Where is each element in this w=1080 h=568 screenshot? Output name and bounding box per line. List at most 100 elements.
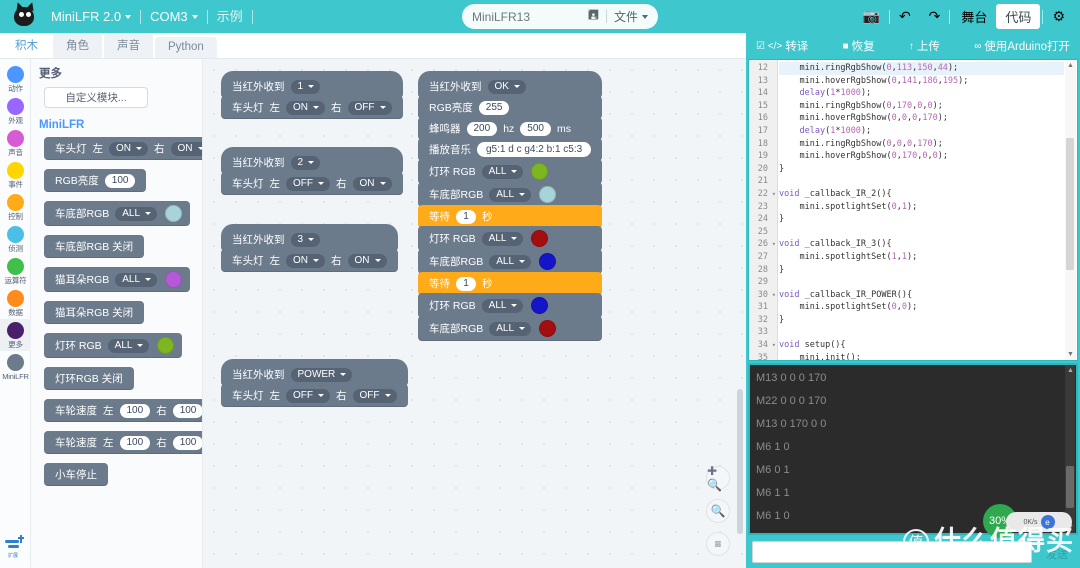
script-stack-ir-3[interactable]: 当红外收到 3 车头灯左 ON 右 ON bbox=[221, 224, 398, 272]
script-stack-ir-2[interactable]: 当红外收到 2 车头灯左 OFF 右 ON bbox=[221, 147, 403, 195]
canvas-scrollbar[interactable] bbox=[737, 389, 743, 534]
block-dropdown[interactable]: ALL bbox=[481, 298, 524, 313]
block-dropdown[interactable]: ALL bbox=[115, 272, 158, 287]
block-dropdown[interactable]: ALL bbox=[489, 321, 532, 336]
duration-input[interactable]: 500 bbox=[520, 121, 551, 136]
color-swatch[interactable] bbox=[531, 297, 549, 314]
category-0[interactable]: 动作 bbox=[0, 63, 31, 95]
left-speed-input[interactable]: 100 bbox=[119, 435, 151, 450]
fold-toggle-icon[interactable]: ▾ bbox=[772, 188, 776, 201]
block-headlight[interactable]: 车头灯左 ON 右 ON bbox=[221, 249, 398, 272]
left-dropdown[interactable]: ON bbox=[286, 253, 325, 268]
palette-block-wheel-speed[interactable]: 车轮速度左 100 右 100 bbox=[44, 399, 202, 422]
tab-3[interactable]: Python bbox=[155, 37, 217, 58]
script-stack-ir-ok[interactable]: 当红外收到 OK RGB亮度 255 蜂鸣器 200 hz 500 ms 播放音乐 g5:1 d c… bbox=[418, 71, 603, 341]
right-dropdown[interactable]: ON bbox=[347, 253, 387, 268]
block-dropdown[interactable]: ALL bbox=[489, 254, 532, 269]
zoom-in-icon[interactable]: ✚🔍 bbox=[706, 464, 730, 492]
category-7[interactable]: 数据 bbox=[0, 287, 31, 319]
palette-block-bottom-rgb-off[interactable]: 车底部RGB 关闭 bbox=[44, 235, 145, 258]
wait-seconds-input[interactable]: 1 bbox=[456, 276, 476, 291]
color-swatch[interactable] bbox=[539, 186, 557, 203]
palette-block-car-stop[interactable]: 小车停止 bbox=[44, 463, 108, 486]
block-rgb[interactable]: 灯环 RGB ALL bbox=[418, 159, 603, 184]
workspace-canvas[interactable]: 当红外收到 1 车头灯左 ON 右 OFF 当红外收到 2 车头灯左 OFF 右 ON 当红外收到 3 车头… bbox=[203, 59, 746, 568]
frequency-input[interactable]: 200 bbox=[466, 121, 498, 136]
block-dropdown[interactable]: ALL bbox=[115, 206, 158, 221]
code-scrollbar[interactable]: ▲ ▼ bbox=[1065, 60, 1076, 360]
serial-send-button[interactable]: 发送 bbox=[1046, 546, 1068, 562]
tab-code[interactable]: 代码 bbox=[996, 4, 1041, 29]
wait-seconds-input[interactable]: 1 bbox=[456, 209, 476, 224]
custom-block-button[interactable]: 自定义模块... bbox=[44, 87, 148, 108]
color-swatch[interactable] bbox=[531, 230, 549, 247]
right-dropdown[interactable]: ON bbox=[352, 176, 392, 191]
block-dropdown[interactable]: ALL bbox=[489, 187, 532, 202]
code-tab-3[interactable]: ∞ 使用Arduino打开 bbox=[968, 38, 1076, 54]
code-tab-1[interactable]: ■ 恢复 bbox=[837, 38, 881, 54]
scroll-up-icon[interactable]: ▲ bbox=[1067, 62, 1074, 69]
palette-block-bottom-rgb[interactable]: 车底部RGB ALL bbox=[44, 201, 191, 226]
palette-block-rgb-brightness[interactable]: RGB亮度 100 bbox=[44, 169, 147, 192]
palette-block-wheel-speed-delay[interactable]: 车轮速度左100右100延时100 bbox=[44, 431, 202, 454]
block-rgb[interactable]: 灯环 RGB ALL bbox=[418, 226, 603, 251]
block-rgb[interactable]: 车底部RGB ALL bbox=[418, 249, 603, 274]
fold-toggle-icon[interactable]: ▾ bbox=[772, 339, 776, 352]
block-dropdown[interactable]: 1 bbox=[290, 79, 321, 94]
block-music[interactable]: 播放音乐 g5:1 d c g4:2 b:1 c5:3 bbox=[418, 138, 603, 161]
block-number-input[interactable]: 255 bbox=[478, 100, 510, 115]
category-5[interactable]: 侦测 bbox=[0, 223, 31, 255]
block-generic[interactable]: 当红外收到 2 bbox=[221, 147, 403, 174]
code-tab-2[interactable]: ↑ 上传 bbox=[903, 38, 946, 54]
serial-input[interactable] bbox=[752, 541, 1032, 563]
category-4[interactable]: 控制 bbox=[0, 191, 31, 223]
block-headlight[interactable]: 车头灯左 ON 右 OFF bbox=[221, 96, 403, 119]
tab-0[interactable]: 积木 bbox=[2, 33, 51, 58]
block-generic[interactable]: 当红外收到 POWER bbox=[221, 359, 408, 386]
fold-toggle-icon[interactable]: ▾ bbox=[772, 238, 776, 251]
left-speed-input[interactable]: 100 bbox=[119, 403, 151, 418]
block-dropdown[interactable]: OK bbox=[487, 79, 526, 94]
right-dropdown[interactable]: OFF bbox=[347, 100, 392, 115]
category-9[interactable]: MiniLFR bbox=[0, 351, 31, 383]
music-string-input[interactable]: g5:1 d c g4:2 b:1 c5:3 bbox=[477, 142, 592, 157]
color-swatch[interactable] bbox=[165, 271, 183, 288]
left-dropdown[interactable]: OFF bbox=[286, 388, 330, 403]
category-6[interactable]: 运算符 bbox=[0, 255, 31, 287]
code-tab-0[interactable]: ☑ </> 转译 bbox=[750, 38, 814, 54]
code-scroll-thumb[interactable] bbox=[1066, 138, 1074, 270]
category-3[interactable]: 事件 bbox=[0, 159, 31, 191]
block-generic[interactable]: 当红外收到 1 bbox=[221, 71, 403, 98]
color-swatch[interactable] bbox=[539, 320, 557, 337]
left-dropdown[interactable]: ON bbox=[109, 141, 148, 156]
block-dropdown[interactable]: ALL bbox=[481, 231, 524, 246]
tab-stage[interactable]: 舞台 bbox=[952, 4, 996, 29]
color-swatch[interactable] bbox=[165, 205, 183, 222]
port-menu[interactable]: COM3 bbox=[141, 0, 207, 33]
category-8[interactable]: 更多 bbox=[0, 319, 31, 351]
category-2[interactable]: 声音 bbox=[0, 127, 31, 159]
tab-1[interactable]: 角色 bbox=[53, 33, 102, 58]
block-dropdown[interactable]: POWER bbox=[290, 367, 353, 382]
block-rgb[interactable]: 灯环 RGB ALL bbox=[418, 293, 603, 318]
block-rgb[interactable]: 车底部RGB ALL bbox=[418, 316, 603, 341]
right-speed-input[interactable]: 100 bbox=[172, 403, 202, 418]
block-generic[interactable]: 当红外收到 OK bbox=[418, 71, 603, 98]
block-number-input[interactable]: 100 bbox=[104, 173, 136, 188]
file-menu[interactable]: 文件 bbox=[614, 8, 648, 25]
serial-scroll-thumb[interactable] bbox=[1066, 465, 1074, 508]
left-dropdown[interactable]: ON bbox=[286, 100, 325, 115]
palette-block-cat-ear-rgb[interactable]: 猫耳朵RGB ALL bbox=[44, 267, 191, 292]
color-swatch[interactable] bbox=[539, 253, 557, 270]
serial-scrollbar[interactable]: ▲ ▼ bbox=[1065, 365, 1075, 533]
tab-2[interactable]: 声音 bbox=[104, 33, 153, 58]
color-swatch[interactable] bbox=[157, 337, 175, 354]
palette-block-cat-ear-rgb-off[interactable]: 猫耳朵RGB 关闭 bbox=[44, 301, 145, 324]
examples-menu[interactable]: 示例 bbox=[208, 0, 252, 33]
block-dropdown[interactable]: 3 bbox=[290, 232, 321, 247]
left-dropdown[interactable]: OFF bbox=[286, 176, 330, 191]
camera-icon[interactable]: 📷 bbox=[854, 0, 889, 33]
block-rgb[interactable]: 车底部RGB ALL bbox=[418, 182, 603, 207]
serial-monitor[interactable]: M13 0 0 0 170 M22 0 0 0 170 M13 0 170 0 0 M… bbox=[748, 363, 1078, 535]
block-num[interactable]: RGB亮度 255 bbox=[418, 96, 603, 119]
